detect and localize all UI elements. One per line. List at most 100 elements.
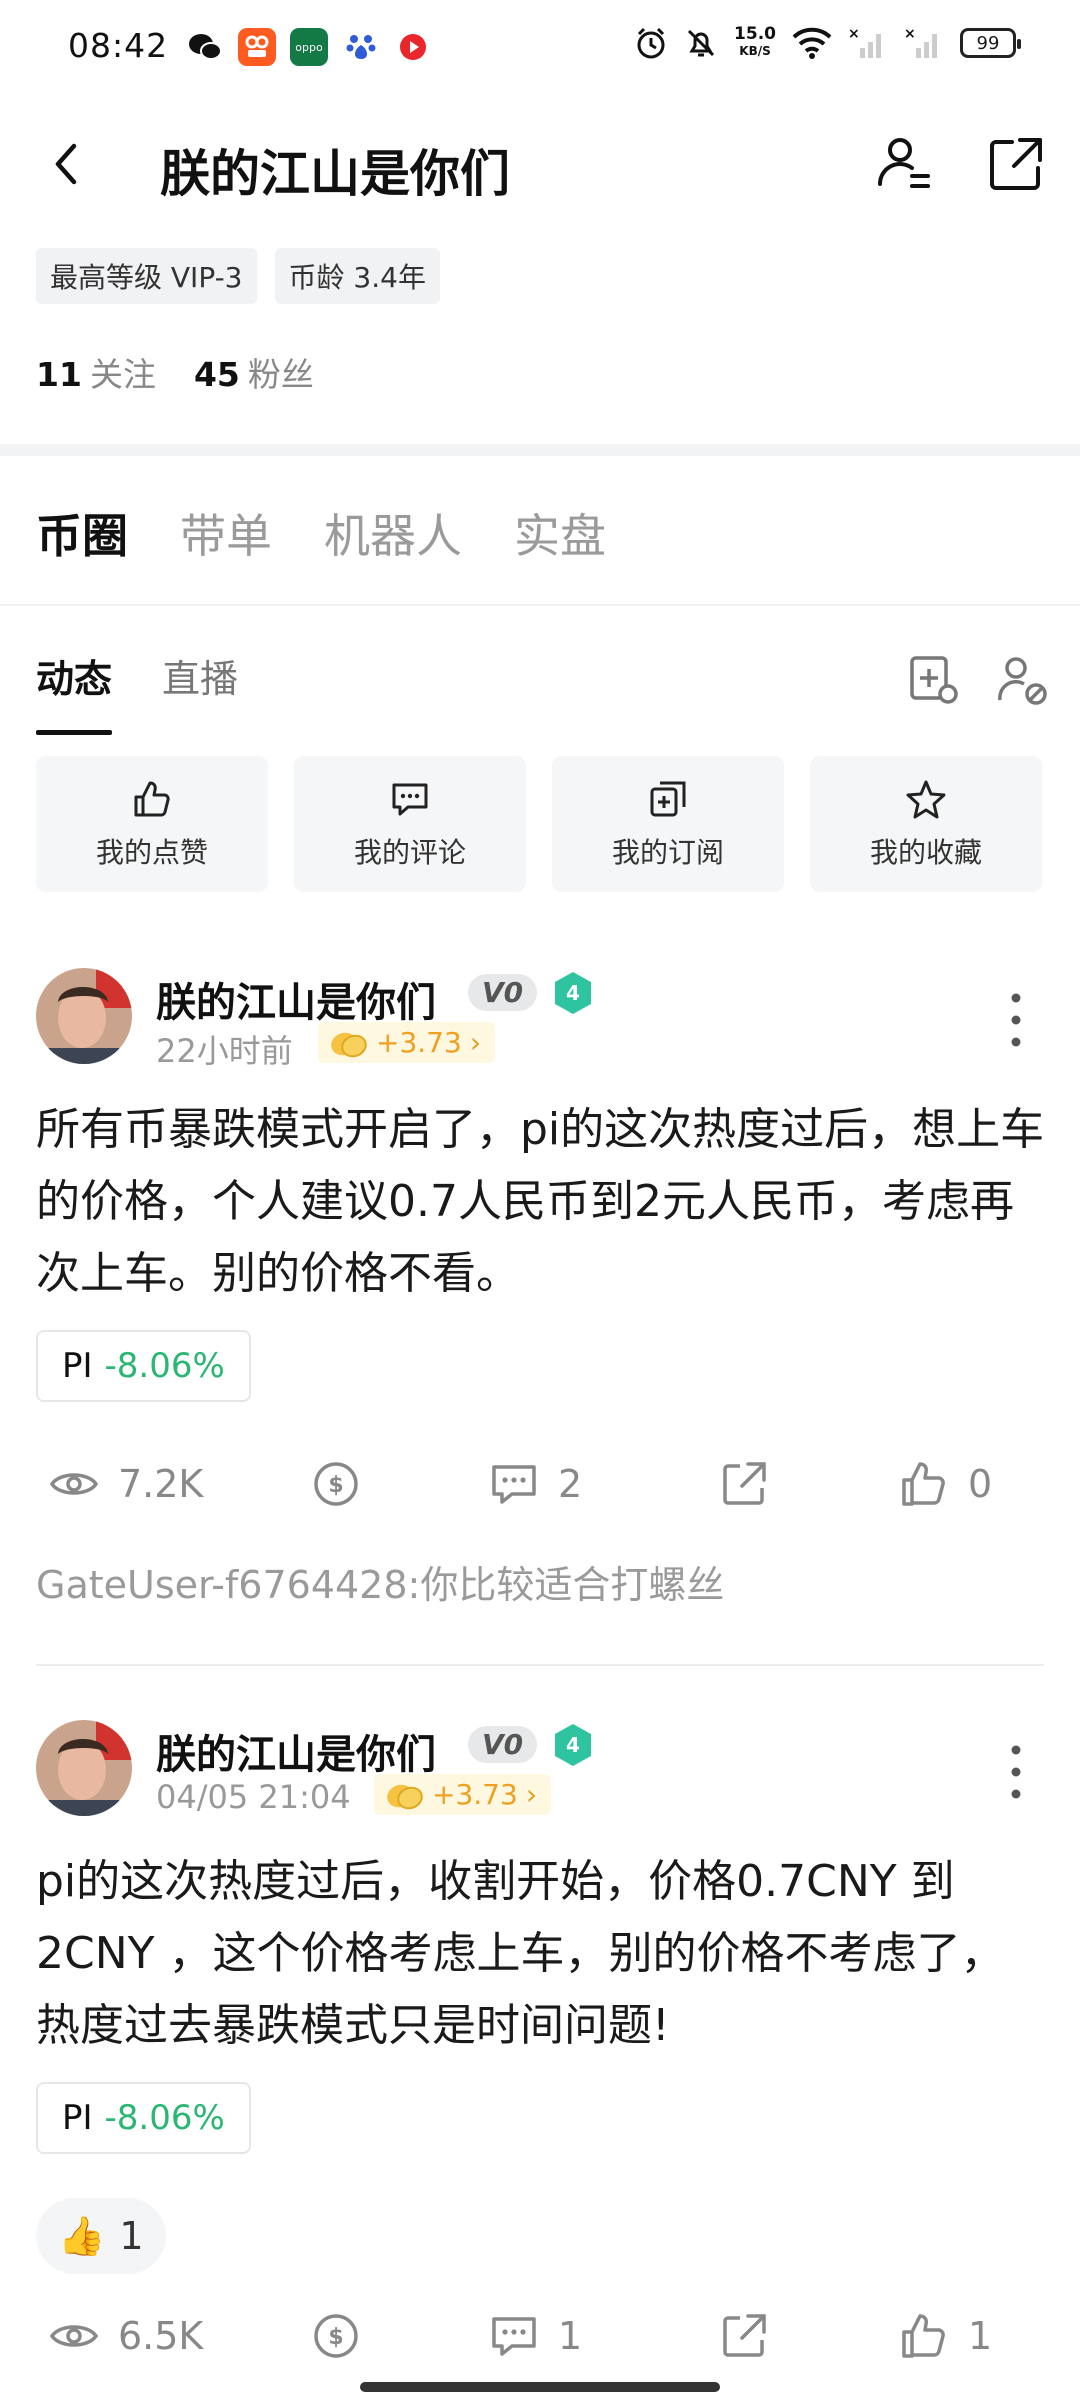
tip-coin-icon: $ — [314, 2314, 358, 2358]
thumbs-up-icon — [134, 781, 170, 817]
share-button[interactable] — [718, 1458, 770, 1510]
post-time: 22小时前 — [156, 1032, 293, 1070]
comment-icon — [492, 1465, 536, 1504]
post-actions: 6.5K $ 1 1 — [0, 2310, 1080, 2370]
share-icon — [723, 2314, 766, 2357]
svg-text:4: 4 — [566, 1733, 580, 1757]
user-settings-icon[interactable] — [872, 132, 936, 196]
add-post-icon[interactable] — [906, 652, 962, 708]
status-bar: 08:42 oppo 15.0 KB/S × × 99 — [0, 0, 1080, 96]
my-favorites-button[interactable]: 我的收藏 — [810, 756, 1042, 892]
share-icon — [723, 1462, 766, 1505]
mute-bell-icon — [687, 29, 715, 57]
following-stat[interactable]: 11 关注 — [36, 348, 156, 396]
tip-button[interactable]: $ — [310, 2310, 362, 2362]
views-stat: 7.2K — [48, 1458, 203, 1510]
post-text[interactable]: 所有币暴跌模式开启了，pi的这次热度过后，想上车的价格，个人建议0.7人民币到2… — [36, 1094, 1046, 1310]
eye-icon — [49, 1473, 99, 1495]
subscribe-icon — [650, 781, 686, 817]
share-button[interactable] — [718, 2310, 770, 2362]
thumbs-up-icon — [902, 1462, 945, 1506]
video-app-icon — [394, 28, 432, 66]
tab-real-trading[interactable]: 实盘 — [514, 500, 606, 566]
avatar[interactable] — [36, 968, 132, 1064]
chevron-right-icon: › — [469, 1026, 482, 1059]
more-options-icon[interactable] — [1008, 990, 1024, 1050]
coin-reward[interactable]: +3.73 › — [318, 1022, 496, 1063]
my-subscriptions-button[interactable]: 我的订阅 — [552, 756, 784, 892]
svg-text:×: × — [848, 26, 860, 42]
thumbs-up-emoji-icon: 👍 — [58, 2213, 106, 2258]
coin-icon — [331, 1032, 367, 1057]
comment-preview[interactable]: GateUser-f6764428:你比较适合打螺丝 — [36, 1554, 724, 1609]
tab-bot[interactable]: 机器人 — [324, 500, 462, 566]
alarm-icon — [637, 27, 665, 59]
follow-stats: 11 关注 45 粉丝 — [36, 348, 314, 396]
post-divider — [36, 1664, 1044, 1666]
level-badge-icon: 4 — [555, 1724, 591, 1766]
tabs-divider — [0, 604, 1080, 606]
thumbs-up-icon — [902, 2314, 945, 2358]
coin-reward[interactable]: +3.73 › — [374, 1774, 552, 1815]
baidu-icon — [342, 28, 380, 66]
star-icon — [906, 780, 946, 819]
back-arrow-icon[interactable] — [38, 134, 98, 194]
my-likes-button[interactable]: 我的点赞 — [36, 756, 268, 892]
level-badge-icon: 4 — [555, 972, 591, 1014]
coin-age-tag: 币龄 3.4年 — [274, 248, 440, 304]
svg-text:$: $ — [328, 1473, 343, 1498]
section-divider — [0, 444, 1080, 456]
more-options-icon[interactable] — [1008, 1742, 1024, 1802]
tab-feed[interactable]: 动态 — [36, 648, 113, 735]
manage-user-icon[interactable] — [994, 652, 1050, 708]
network-speed: 15.0 KB/S — [734, 24, 776, 59]
status-time: 08:42 — [68, 26, 169, 65]
tip-button[interactable]: $ — [310, 1458, 362, 1510]
wifi-icon — [792, 27, 832, 59]
svg-text:4: 4 — [566, 981, 580, 1005]
followers-stat[interactable]: 45 粉丝 — [194, 348, 314, 396]
page-title: 朕的江山是你们 — [160, 145, 510, 203]
share-icon[interactable] — [984, 132, 1048, 196]
reaction-chip[interactable]: 👍 1 — [36, 2198, 166, 2274]
my-comments-button[interactable]: 我的评论 — [294, 756, 526, 892]
signal-2-icon: × — [904, 26, 937, 58]
comment-icon — [392, 783, 428, 816]
quick-actions: 我的点赞 我的评论 我的订阅 我的收藏 — [36, 756, 1042, 892]
tab-live[interactable]: 直播 — [162, 648, 238, 703]
chevron-right-icon: › — [525, 1778, 538, 1811]
main-tabs: 币圈 带单 机器人 实盘 — [36, 500, 606, 566]
profile-tags: 最高等级 VIP-3 币龄 3.4年 — [36, 248, 440, 304]
post-text[interactable]: pi的这次热度过后，收割开始，价格0.7CNY 到 2CNY ，这个价格考虑上车… — [36, 1846, 1046, 2062]
home-indicator[interactable] — [360, 2382, 720, 2392]
signal-1-icon: × — [848, 26, 881, 58]
status-indicators: 15.0 KB/S × × 99 — [634, 24, 1021, 60]
wechat-icon — [186, 28, 224, 66]
top-app-bar: 朕的江山是你们 — [0, 112, 1080, 216]
comment-button[interactable]: 1 — [488, 2310, 582, 2362]
sub-tabs: 动态 直播 — [36, 648, 238, 735]
author-name[interactable]: 朕的江山是你们 — [156, 1722, 436, 1780]
eye-icon — [49, 2325, 99, 2347]
post-actions: 7.2K $ 2 0 — [0, 1458, 1080, 1518]
svg-text:×: × — [904, 26, 916, 42]
battery-indicator: 99 — [960, 28, 1021, 58]
coin-tag[interactable]: PI -8.06% — [36, 1330, 251, 1402]
like-button[interactable]: 0 — [898, 1458, 992, 1510]
tab-copy-trading[interactable]: 带单 — [180, 500, 272, 566]
like-button[interactable]: 1 — [898, 2310, 992, 2362]
author-name[interactable]: 朕的江山是你们 — [156, 970, 436, 1028]
notification-icons: oppo — [186, 28, 432, 66]
coin-tag[interactable]: PI -8.06% — [36, 2082, 251, 2154]
coin-icon — [387, 1784, 423, 1809]
views-stat: 6.5K — [48, 2310, 203, 2362]
vip-level-tag: 最高等级 VIP-3 — [36, 248, 257, 304]
tab-coin-circle[interactable]: 币圈 — [36, 500, 128, 566]
app-icon-orange — [238, 28, 276, 66]
vip-badge: V0 — [468, 1726, 538, 1763]
oppo-icon: oppo — [290, 28, 328, 66]
comment-button[interactable]: 2 — [488, 1458, 582, 1510]
comment-icon — [492, 2317, 536, 2356]
tip-coin-icon: $ — [314, 1462, 358, 1506]
avatar[interactable] — [36, 1720, 132, 1816]
